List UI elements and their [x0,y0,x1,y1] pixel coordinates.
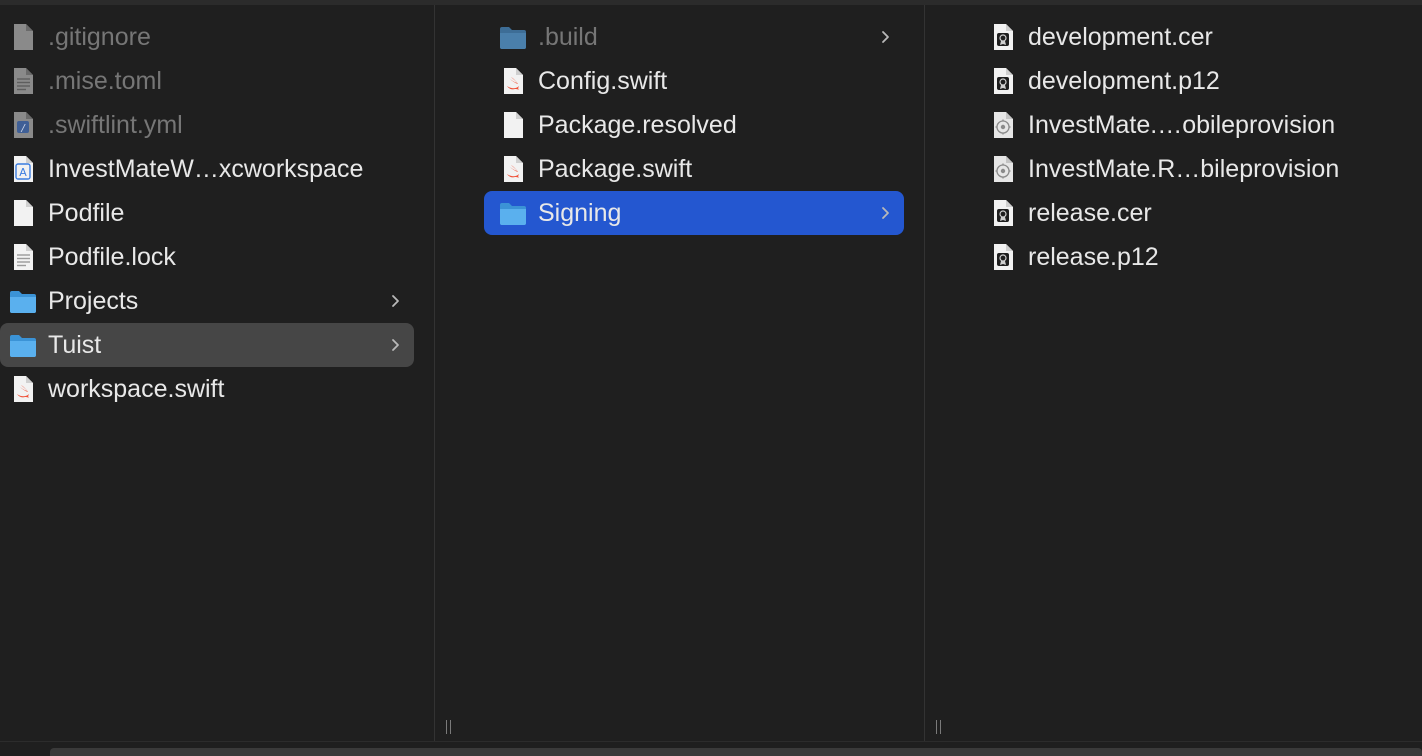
folder-row[interactable]: Projects [0,279,414,323]
file-row[interactable]: workspace.swift [0,367,414,411]
document-icon [8,22,38,52]
item-name: .mise.toml [48,66,162,95]
column-1[interactable]: .gitignore .mise.toml / .swiftlint.yml A Inve… [0,5,434,742]
item-name: Podfile [48,198,125,227]
item-name: .swiftlint.yml [48,110,183,139]
text-document-icon [8,242,38,272]
text-document-icon [8,66,38,96]
item-name: Tuist [48,330,102,359]
certificate-icon [988,198,1018,228]
folder-icon [8,286,38,316]
file-row[interactable]: Package.swift [484,147,904,191]
file-row[interactable]: development.p12 [974,59,1414,103]
horizontal-scrollbar-track [0,741,1422,756]
item-name: workspace.swift [48,374,225,403]
file-row[interactable]: Package.resolved [484,103,904,147]
item-name: Config.swift [538,66,668,95]
chevron-right-icon [882,207,889,219]
column-2-divider[interactable] [924,5,954,742]
swift-file-icon [498,154,528,184]
item-name: Projects [48,286,139,315]
item-name: InvestMate.R…bileprovision [1028,154,1340,183]
folder-row[interactable]: Signing [484,191,904,235]
folder-icon [498,198,528,228]
certificate-icon [988,242,1018,272]
provisioning-profile-icon [988,110,1018,140]
item-name: release.cer [1028,198,1152,227]
document-icon [8,198,38,228]
chevron-right-icon [392,295,399,307]
certificate-icon [988,22,1018,52]
column-2[interactable]: .build Config.swift Package.resolved Packag… [464,5,924,742]
file-row[interactable]: InvestMate.R…bileprovision [974,147,1414,191]
certificate-icon [988,66,1018,96]
file-row[interactable]: InvestMate.…obileprovision [974,103,1414,147]
file-row[interactable]: release.cer [974,191,1414,235]
item-name: .build [538,22,598,51]
item-name: development.p12 [1028,66,1220,95]
item-name: .gitignore [48,22,151,51]
file-row[interactable]: Podfile.lock [0,235,414,279]
file-row[interactable]: Config.swift [484,59,904,103]
column-1-divider[interactable] [434,5,464,742]
provisioning-profile-icon [988,154,1018,184]
document-icon [498,110,528,140]
file-row[interactable]: .gitignore [0,15,414,59]
item-name: release.p12 [1028,242,1159,271]
file-row[interactable]: Podfile [0,191,414,235]
chevron-right-icon [392,339,399,351]
yaml-document-icon: / [8,110,38,140]
item-name: InvestMate.…obileprovision [1028,110,1336,139]
folder-row[interactable]: .build [484,15,904,59]
column-resize-handle[interactable] [934,720,944,734]
file-row[interactable]: A InvestMateW…xcworkspace [0,147,414,191]
file-row[interactable]: / .swiftlint.yml [0,103,414,147]
folder-icon [8,330,38,360]
swift-file-icon [8,374,38,404]
item-name: Signing [538,198,622,227]
folder-row[interactable]: Tuist [0,323,414,367]
item-name: Package.resolved [538,110,737,139]
column-3[interactable]: development.cer development.p12 InvestMate… [954,5,1422,742]
folder-icon [498,22,528,52]
chevron-right-icon [882,31,889,43]
file-row[interactable]: development.cer [974,15,1414,59]
item-name: Package.swift [538,154,693,183]
item-name: development.cer [1028,22,1213,51]
xcworkspace-icon: A [8,154,38,184]
item-name: InvestMateW…xcworkspace [48,154,364,183]
item-name: Podfile.lock [48,242,176,271]
file-row[interactable]: .mise.toml [0,59,414,103]
file-row[interactable]: release.p12 [974,235,1414,279]
swift-file-icon [498,66,528,96]
svg-text:A: A [19,166,27,179]
column-resize-handle[interactable] [444,720,454,734]
horizontal-scrollbar-thumb[interactable] [50,748,1422,756]
